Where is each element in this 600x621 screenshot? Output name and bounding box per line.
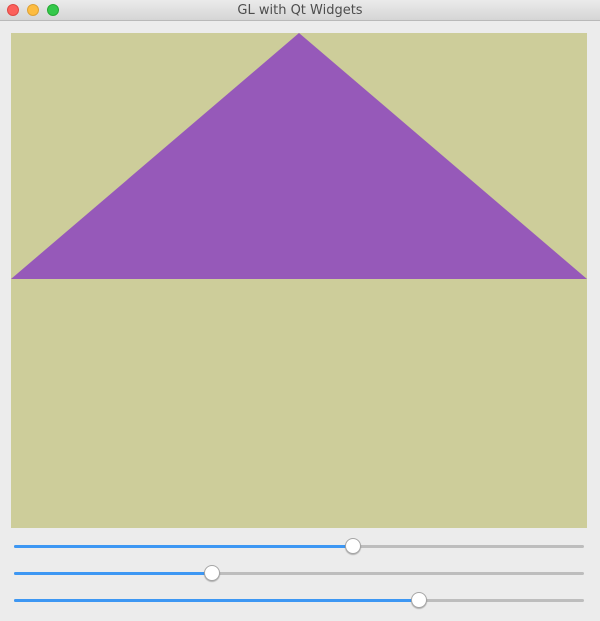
slider-1[interactable] <box>14 536 584 556</box>
app-window: GL with Qt Widgets <box>0 0 600 621</box>
slider-fill <box>14 545 353 548</box>
slider-thumb[interactable] <box>344 538 361 554</box>
slider-2[interactable] <box>14 563 584 583</box>
window-title: GL with Qt Widgets <box>237 3 363 18</box>
gl-canvas[interactable] <box>11 33 587 528</box>
slider-fill <box>14 599 420 602</box>
slider-thumb[interactable] <box>411 592 428 608</box>
title-bar[interactable]: GL with Qt Widgets <box>0 0 600 21</box>
slider-fill <box>14 572 212 575</box>
slider-thumb[interactable] <box>203 565 220 581</box>
slider-3[interactable] <box>14 590 584 610</box>
